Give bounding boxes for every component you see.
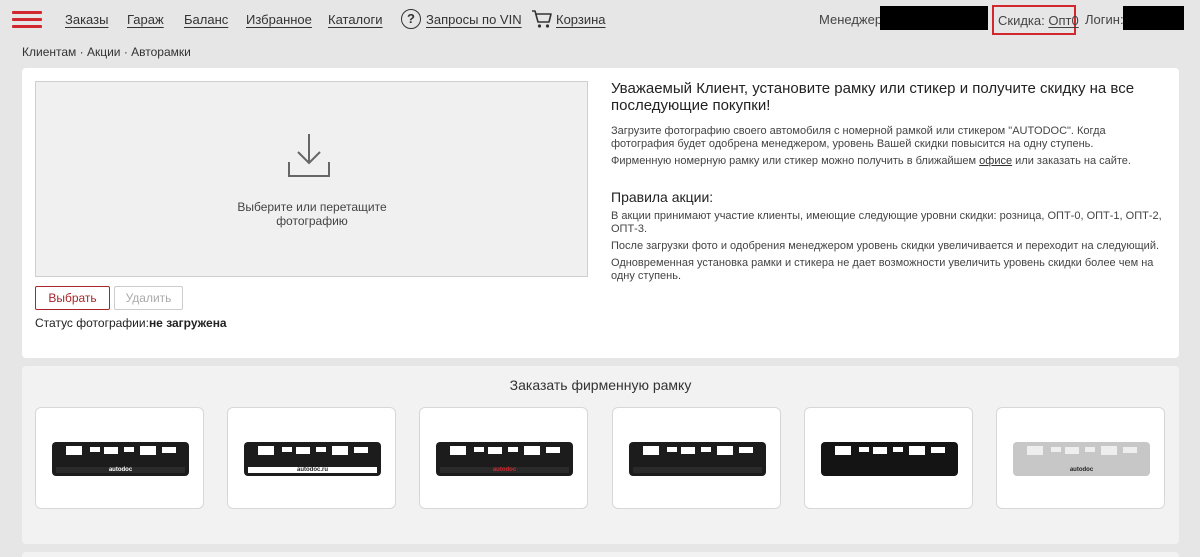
nav-link-favorites[interactable]: Избранное [246,12,312,27]
discount-level-link[interactable]: Опт0 [1048,13,1078,28]
frame-window [667,447,677,452]
frame-window [474,447,484,452]
nav-link-orders[interactable]: Заказы [65,12,108,27]
photo-status-value: не загружена [148,316,227,330]
frame-window [1027,446,1043,455]
license-plate-frame-image [821,442,958,476]
frame-window [104,447,118,454]
license-plate-frame-image: autodoc [1013,442,1150,476]
photo-upload-panel: Выберите или перетащите фотографию Выбра… [22,68,1179,358]
frame-window [643,446,659,455]
top-navigation-bar: Заказы Гараж Баланс Избранное Каталоги ?… [0,0,1200,40]
rules-heading: Правила акции: [611,189,714,205]
frame-window [873,447,887,454]
nav-link-catalogs[interactable]: Каталоги [328,12,383,27]
frame-window [140,446,156,455]
frame-window [66,446,82,455]
breadcrumb: Клиентам · Акции · Авторамки [22,45,191,59]
frame-product-card[interactable] [804,407,973,509]
frame-window [1085,447,1095,452]
frame-window [316,447,326,452]
promo-office-note: Фирменную номерную рамку или стикер можн… [611,155,1131,167]
frame-window [488,447,502,454]
frame-window [296,447,310,454]
download-icon [288,134,330,177]
frame-window [717,446,733,455]
frame-window [1123,447,1137,453]
order-frames-panel: Заказать фирменную рамку autodoc autodoc.… [22,366,1179,544]
frame-window [893,447,903,452]
question-circle-icon[interactable]: ? [401,9,421,29]
frame-product-card[interactable]: autodoc [996,407,1165,509]
dropzone-hint: Выберите или перетащите фотографию [212,200,412,228]
hamburger-menu-icon[interactable] [12,11,42,29]
dropzone-hint-line2: фотографию [276,214,348,228]
next-panel-edge [22,552,1179,557]
rule-3: Одновременная установка рамки и стикера … [611,257,1154,282]
frame-window [354,447,368,453]
frame-brand-logo: autodoc.ru [297,467,328,473]
frame-window [450,446,466,455]
frame-window [524,446,540,455]
frame-window [162,447,176,453]
login-label: Логин: [1085,12,1124,27]
photo-dropzone[interactable]: Выберите или перетащите фотографию [35,81,588,277]
frame-window [124,447,134,452]
photo-status: Статус фотографии:не загружена [35,316,227,330]
cart-icon[interactable] [531,9,553,29]
frame-product-card[interactable] [612,407,781,509]
photo-status-label: Статус фотографии: [35,316,149,330]
nav-link-garage[interactable]: Гараж [127,12,164,27]
frame-text-strip [825,467,954,473]
license-plate-frame-image: autodoc [52,442,189,476]
frame-window [508,447,518,452]
frame-window [282,447,292,452]
delete-photo-button: Удалить [114,286,183,310]
frame-window [859,447,869,452]
select-photo-button[interactable]: Выбрать [35,286,110,310]
frame-window [1101,446,1117,455]
redacted-manager-name [880,6,988,30]
frame-product-card[interactable]: autodoc.ru [227,407,396,509]
frame-product-card[interactable]: autodoc [419,407,588,509]
rule-1: В акции принимают участие клиенты, имеющ… [611,210,1162,235]
manager-label: Менеджер: [819,12,886,27]
frame-window [90,447,100,452]
frame-text-strip [633,467,762,473]
discount-indicator: Скидка: Опт0 [992,5,1079,35]
nav-link-balance[interactable]: Баланс [184,12,228,27]
frame-brand-logo: autodoc [492,467,517,473]
frame-window [835,446,851,455]
frame-window [909,446,925,455]
frames-title: Заказать фирменную рамку [509,377,692,393]
frame-product-card[interactable]: autodoc [35,407,204,509]
promo-info: Уважаемый Клиент, установите рамку или с… [611,80,1166,287]
promo-heading: Уважаемый Клиент, установите рамку или с… [611,80,1135,114]
discount-text: Скидка: Опт0 [998,13,1079,28]
rule-2: После загрузки фото и одобрения менеджер… [611,240,1160,252]
frame-window [332,446,348,455]
frame-window [546,447,560,453]
frame-window [931,447,945,453]
license-plate-frame-image [629,442,766,476]
frame-window [681,447,695,454]
dropzone-hint-line1: Выберите или перетащите [237,200,387,214]
nav-link-vin-requests[interactable]: Запросы по VIN [426,12,522,27]
nav-link-cart[interactable]: Корзина [556,12,606,27]
promo-description: Загрузите фотографию своего автомобиля с… [611,125,1106,150]
frame-brand-logo: autodoc [108,467,133,473]
frame-window [1051,447,1061,452]
license-plate-frame-image: autodoc [436,442,573,476]
frame-brand-logo: autodoc [1069,467,1094,473]
office-link[interactable]: офисе [979,155,1012,167]
frame-window [739,447,753,453]
frame-window [701,447,711,452]
license-plate-frame-image: autodoc.ru [244,442,381,476]
frame-window [258,446,274,455]
redacted-login [1123,6,1184,30]
frame-window [1065,447,1079,454]
